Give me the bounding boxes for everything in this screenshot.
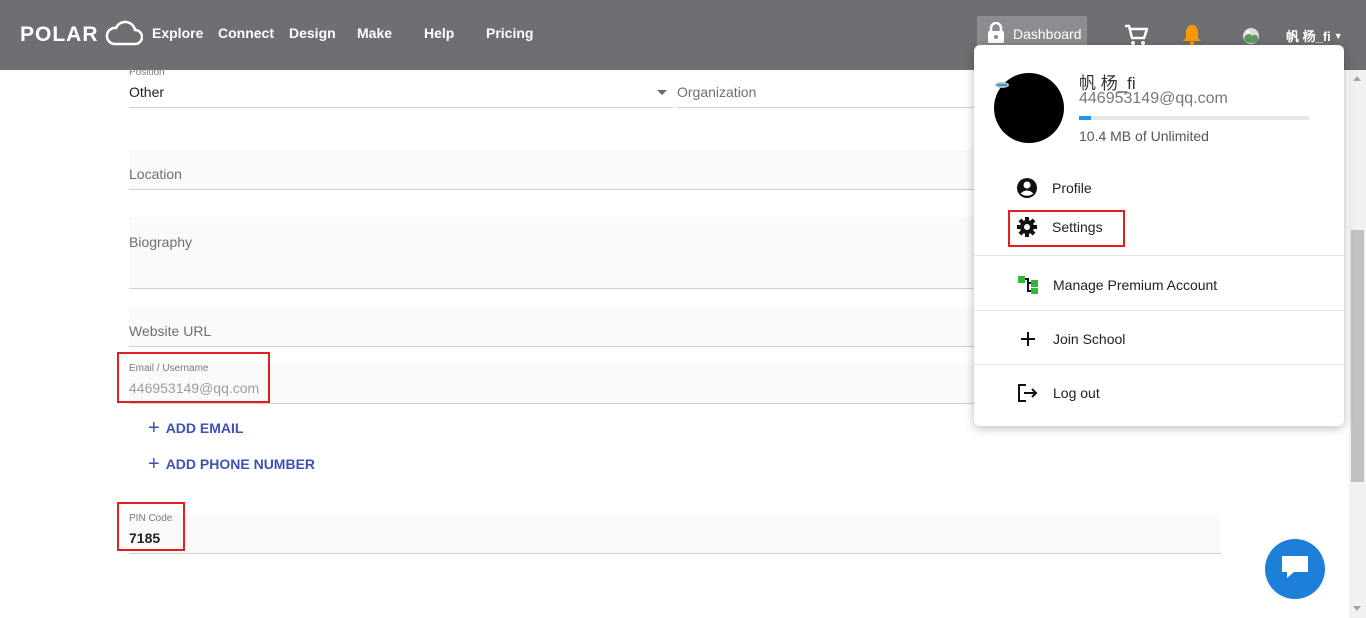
nav-pricing[interactable]: Pricing: [486, 25, 533, 41]
organization-placeholder: Organization: [677, 84, 757, 100]
biography-field[interactable]: Biography: [129, 217, 977, 289]
storage-usage-bar: [1079, 116, 1309, 120]
logo-text: POLAR: [20, 23, 99, 46]
polar-logo[interactable]: POLAR: [20, 20, 143, 50]
location-placeholder: Location: [129, 166, 182, 182]
menu-item-label: Log out: [1053, 385, 1100, 401]
nav-explore[interactable]: Explore: [152, 25, 203, 41]
settings-highlight-box: [1008, 210, 1125, 247]
pin-highlight-box: [117, 502, 185, 551]
account-circle-icon: [1016, 177, 1038, 199]
lock-icon: [987, 21, 1005, 47]
menu-item-label: Manage Premium Account: [1053, 277, 1218, 293]
email-highlight-box: [117, 352, 270, 403]
select-caret-icon: [657, 90, 667, 95]
storage-usage-fill: [1079, 116, 1091, 120]
user-avatar-small[interactable]: [1242, 27, 1260, 45]
chat-button[interactable]: [1265, 539, 1325, 599]
scrollbar-thumb[interactable]: [1351, 230, 1364, 482]
menu-user-email: 446953149@qq.com: [1079, 90, 1228, 107]
plus-icon: +: [148, 453, 160, 475]
position-label: Position: [129, 67, 165, 78]
nav-connect[interactable]: Connect: [218, 25, 274, 41]
biography-placeholder: Biography: [129, 234, 193, 250]
menu-divider: [974, 310, 1344, 311]
chat-icon: [1280, 553, 1310, 586]
scroll-up-arrow-icon[interactable]: [1353, 76, 1361, 81]
menu-item-join-school[interactable]: Join School: [1017, 328, 1125, 350]
scroll-down-arrow-icon[interactable]: [1353, 606, 1361, 611]
nav-help[interactable]: Help: [424, 25, 454, 41]
user-name: 帆 杨_fi: [1286, 29, 1331, 44]
position-select[interactable]: Position Other: [129, 67, 673, 108]
add-email-button[interactable]: + ADD EMAIL: [148, 417, 244, 439]
website-url-field[interactable]: Website URL: [129, 307, 977, 347]
user-menu-toggle[interactable]: 帆 杨_fi ▼: [1286, 26, 1343, 45]
storage-usage-text: 10.4 MB of Unlimited: [1079, 128, 1209, 144]
plus-icon: [1017, 328, 1039, 350]
logout-icon: [1017, 382, 1039, 404]
location-field[interactable]: Location: [129, 150, 977, 190]
account-dropdown-menu: 帆 杨_fi 446953149@qq.com 10.4 MB of Unlim…: [974, 45, 1344, 426]
position-value: Other: [129, 84, 165, 100]
nav-design[interactable]: Design: [289, 25, 336, 41]
pin-code-field[interactable]: PIN Code 7185: [129, 513, 1221, 554]
menu-item-label: Join School: [1053, 331, 1126, 347]
dashboard-label: Dashboard: [1013, 26, 1082, 42]
avatar-badge-icon: [994, 77, 1010, 95]
add-email-label: ADD EMAIL: [165, 420, 244, 436]
organization-field[interactable]: Organization: [677, 70, 977, 108]
premium-tree-icon: [1017, 274, 1039, 296]
menu-item-log-out[interactable]: Log out: [1017, 382, 1100, 404]
website-url-placeholder: Website URL: [129, 323, 212, 339]
add-phone-button[interactable]: + ADD PHONE NUMBER: [148, 453, 316, 475]
menu-divider: [974, 255, 1344, 256]
cloud-icon: [105, 19, 143, 52]
caret-down-icon: ▼: [1333, 30, 1343, 41]
add-phone-label: ADD PHONE NUMBER: [165, 456, 316, 472]
menu-item-profile[interactable]: Profile: [1016, 177, 1092, 199]
plus-icon: +: [148, 417, 160, 439]
menu-item-manage-premium[interactable]: Manage Premium Account: [1017, 274, 1217, 296]
nav-make[interactable]: Make: [357, 25, 392, 41]
menu-item-label: Profile: [1052, 180, 1092, 196]
menu-divider: [974, 364, 1344, 365]
